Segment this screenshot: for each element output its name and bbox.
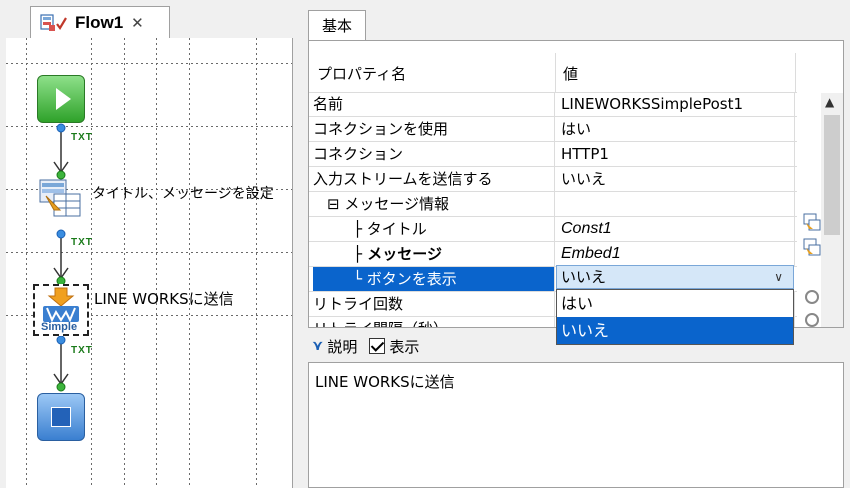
option-yes[interactable]: はい [557,290,793,317]
description-label: 説明 [327,337,358,356]
tab-flow1-label: Flow1 [75,12,124,32]
property-name: ├ メッセージ [313,242,555,266]
show-button-options[interactable]: はい いいえ [556,289,794,345]
property-row[interactable]: コネクションを使用 はい [309,117,797,142]
property-group-row[interactable]: ⊟ メッセージ情報 [309,192,797,217]
property-value[interactable]: いいえ [557,167,795,191]
property-name: └ ボタンを表示 [313,267,555,291]
connector-label-txt: TXT [71,132,93,143]
edit-value-icon[interactable] [803,238,821,256]
canvas-border [292,38,293,488]
scrollbar-thumb[interactable] [824,115,840,235]
column-divider [795,53,796,93]
property-name: ├ タイトル [313,217,555,241]
set-title-message-node[interactable] [38,178,84,220]
property-value[interactable]: HTTP1 [557,142,795,166]
close-icon[interactable]: ✕ [131,14,144,32]
refresh-icon[interactable] [803,311,821,327]
properties-pane: 基本 プロパティ名 値 名前 LINEWORKSSimplePost1 コネクシ… [300,0,850,488]
property-grid-scrollbar[interactable]: ▲ [821,93,843,327]
play-icon [55,88,71,110]
property-name: リトライ回数 [313,292,555,316]
scroll-up-icon[interactable]: ▲ [825,95,834,109]
connector-label-txt: TXT [71,237,93,248]
property-value[interactable]: LINEWORKSSimplePost1 [557,92,795,116]
refresh-icon[interactable] [803,288,821,306]
lineworks-send-node[interactable]: Simple [33,284,89,336]
flow-document-icon [39,12,69,34]
property-row[interactable]: 入力ストリームを送信する いいえ [309,167,797,192]
show-button-select-value: いいえ [561,268,607,286]
property-name: コネクション [313,142,555,166]
column-divider [555,53,556,93]
property-name: コネクションを使用 [313,117,555,141]
property-name: 名前 [313,92,555,116]
description-textarea[interactable]: LINE WORKSに送信 [308,362,844,488]
property-value-header: 値 [563,65,579,83]
set-title-message-label: タイトル、メッセージを設定 [92,186,274,202]
edit-value-icon[interactable] [803,213,821,231]
property-value[interactable]: Embed1 [557,242,795,266]
tab-flow1[interactable]: Flow1 ✕ [30,6,170,38]
property-row[interactable]: コネクション HTTP1 [309,142,797,167]
simple-badge: Simple [41,321,78,333]
connector-label-txt: TXT [71,345,93,356]
variable-setter-icon [39,179,81,217]
property-row[interactable]: ├ タイトル Const1 [309,217,797,242]
property-grid-header: プロパティ名 値 [309,53,797,93]
collapse-chevron-icon[interactable]: ⋎ [312,338,323,354]
property-name-header: プロパティ名 [317,65,407,83]
option-no[interactable]: いいえ [557,317,793,344]
end-node[interactable] [37,393,85,441]
property-row[interactable]: ├ メッセージ Embed1 [309,242,797,267]
tab-basic[interactable]: 基本 [308,10,366,40]
show-button-select[interactable]: いいえ ∨ [556,265,794,289]
property-row[interactable]: 名前 LINEWORKSSimplePost1 [309,92,797,117]
property-name: リトライ間隔（秒） [313,317,555,327]
lineworks-send-label: LINE WORKSに送信 [94,290,234,308]
show-description-checkbox[interactable] [369,338,386,354]
property-name: 入力ストリームを送信する [313,167,555,191]
stop-icon [51,407,71,427]
chevron-down-icon[interactable]: ∨ [774,266,783,288]
property-group-name[interactable]: ⊟ メッセージ情報 [313,192,555,216]
flow-designer-pane: Flow1 ✕ TXT TXT TXT タイトル、メッセージを設定 Simple… [0,0,300,488]
property-value[interactable]: はい [557,117,795,141]
show-description-label[interactable]: 表示 [389,336,419,357]
property-value [557,192,795,216]
property-value[interactable]: Const1 [557,217,795,241]
start-node[interactable] [37,75,85,123]
